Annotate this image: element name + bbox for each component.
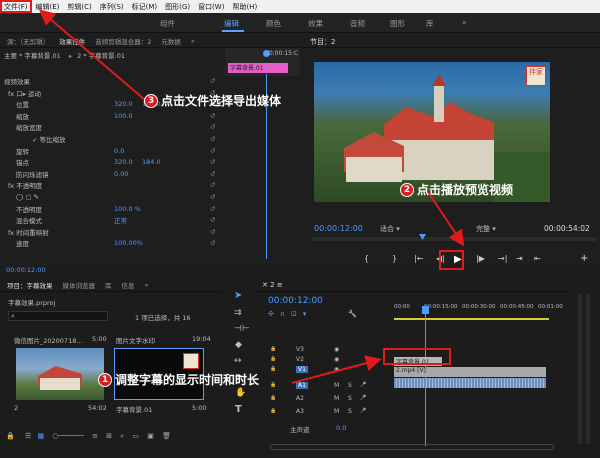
callout-play: 2 点击播放预览视频 [400,181,513,198]
callout-text: 点击文件选择导出媒体 [161,94,282,108]
callout-title-duration: 1 调整字幕的显示时间和时长 [98,371,259,388]
callout-number: 1 [98,372,112,387]
callout-arrows [38,9,465,384]
callout-export: 3 点击文件选择导出媒体 [144,92,281,109]
callout-text: 调整字幕的显示时间和时长 [115,373,260,387]
callout-number: 3 [144,93,158,108]
callout-text: 点击播放预览视频 [417,183,514,197]
callout-number: 2 [400,182,414,197]
